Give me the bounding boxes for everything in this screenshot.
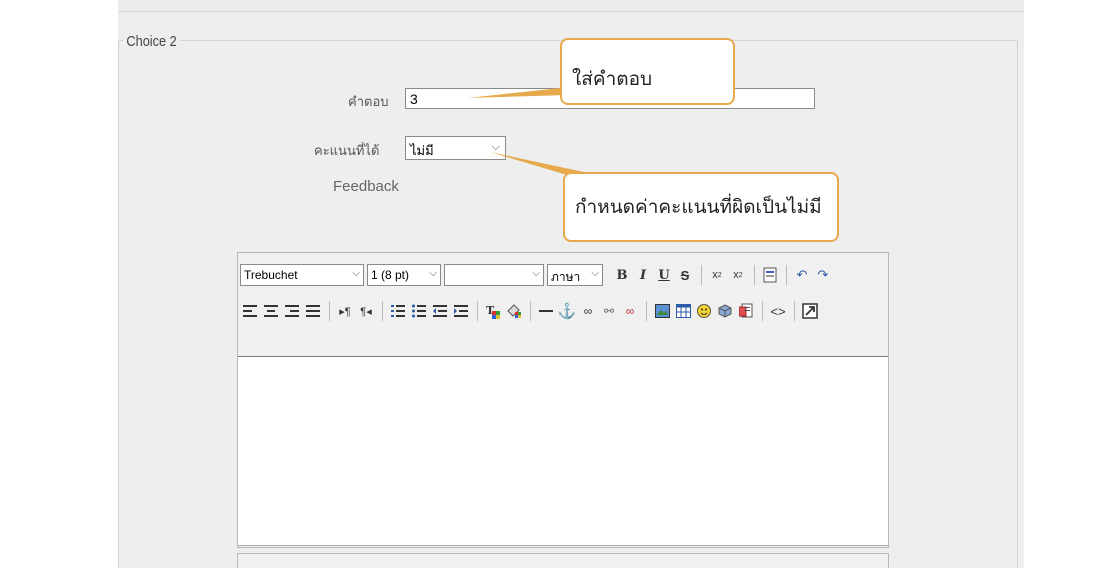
toolbar-separator [786, 265, 787, 285]
chevron-down-icon: ⌵ [352, 268, 360, 279]
rtl-icon[interactable]: ¶◂ [356, 300, 376, 322]
align-center-icon[interactable] [261, 300, 281, 322]
link-icon[interactable]: ∞ [578, 300, 598, 322]
bold-icon[interactable]: B [612, 264, 632, 286]
language-value: ภาษา [551, 270, 581, 284]
editor-toolbar-row-1: Trebuchet ⌵ 1 (8 pt) ⌵ ⌵ ภาษา ⌵ B I U S … [240, 261, 834, 289]
superscript-icon[interactable]: x2 [728, 264, 748, 286]
html-source-icon[interactable]: <> [768, 300, 788, 322]
toolbar-separator [701, 265, 702, 285]
fullscreen-icon[interactable] [800, 300, 820, 322]
unlink-icon[interactable]: ⚯ [599, 300, 619, 322]
toolbar-separator [382, 301, 383, 321]
subscript-icon[interactable]: x2 [707, 264, 727, 286]
horizontal-rule-icon[interactable] [536, 300, 556, 322]
grade-callout-text: กำหนดค่าคะแนนที่ผิดเป็นไม่มี [575, 197, 822, 218]
chevron-down-icon: ⌵ [532, 268, 540, 279]
outdent-icon[interactable] [430, 300, 450, 322]
special-char-icon[interactable] [715, 300, 735, 322]
toolbar-separator [530, 301, 531, 321]
justify-icon[interactable] [303, 300, 323, 322]
nolink-icon[interactable]: ∞ [620, 300, 640, 322]
ordered-list-icon[interactable] [388, 300, 408, 322]
font-size-select[interactable]: 1 (8 pt) ⌵ [367, 264, 441, 286]
anchor-icon[interactable]: ⚓ [557, 300, 577, 322]
toolbar-separator [794, 301, 795, 321]
paste-word-icon[interactable] [760, 264, 780, 286]
search-replace-icon[interactable] [736, 300, 756, 322]
answer-callout-text: ใส่คำตอบ [572, 69, 653, 90]
strikethrough-icon[interactable]: S [675, 264, 695, 286]
font-size-value: 1 (8 pt) [371, 268, 410, 282]
style-select[interactable]: ⌵ [444, 264, 544, 286]
background-color-icon[interactable] [504, 300, 524, 322]
align-right-icon[interactable] [282, 300, 302, 322]
next-editor-edge [237, 553, 889, 568]
italic-icon[interactable]: I [633, 264, 653, 286]
image-icon[interactable] [652, 300, 672, 322]
toolbar-separator [477, 301, 478, 321]
smiley-icon[interactable] [694, 300, 714, 322]
unordered-list-icon[interactable] [409, 300, 429, 322]
ltr-icon[interactable]: ▸¶ [335, 300, 355, 322]
chevron-down-icon: ⌵ [591, 268, 599, 279]
font-family-value: Trebuchet [244, 268, 298, 282]
page: Choice 2 คำตอบ คะแนนที่ได้ ไม่มี ⌵ Feedb… [0, 0, 1118, 568]
language-select[interactable]: ภาษา ⌵ [547, 264, 603, 286]
indent-icon[interactable] [451, 300, 471, 322]
font-family-select[interactable]: Trebuchet ⌵ [240, 264, 364, 286]
undo-icon[interactable]: ↶ [792, 264, 812, 286]
redo-icon[interactable]: ↷ [813, 264, 833, 286]
align-left-icon[interactable] [240, 300, 260, 322]
answer-callout: ใส่คำตอบ [560, 38, 735, 105]
editor-text-area[interactable] [238, 356, 888, 546]
editor-toolbar-row-2: ▸¶ ¶◂ T ⚓ ∞ ⚯ ∞ <> [240, 297, 821, 325]
chevron-down-icon: ⌵ [429, 268, 437, 279]
grade-callout: กำหนดค่าคะแนนที่ผิดเป็นไม่มี [563, 172, 839, 242]
toolbar-separator [329, 301, 330, 321]
answer-callout-pointer [468, 88, 568, 98]
toolbar-separator [646, 301, 647, 321]
underline-icon[interactable]: U [654, 264, 674, 286]
toolbar-separator [762, 301, 763, 321]
toolbar-separator [754, 265, 755, 285]
text-color-icon[interactable]: T [483, 300, 503, 322]
table-icon[interactable] [673, 300, 693, 322]
feedback-editor: Trebuchet ⌵ 1 (8 pt) ⌵ ⌵ ภาษา ⌵ B I U S … [237, 252, 889, 548]
